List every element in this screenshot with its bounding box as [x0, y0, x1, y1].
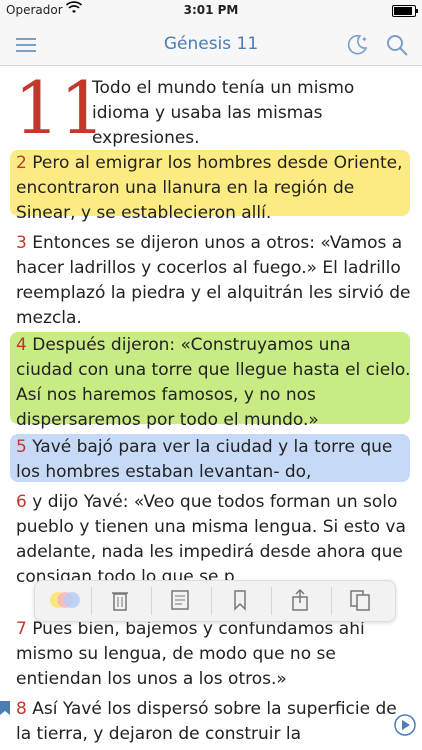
verse-2[interactable]: 2 Pero al emigrar los hombres desde Orie…	[16, 151, 412, 226]
night-mode-icon[interactable]: ✦	[346, 32, 370, 56]
verse-text: Pues bien, bajemos y confundamos ahí mis…	[16, 619, 365, 689]
verse-number: 4	[16, 335, 27, 355]
verse-text: Después dijeron: «Construyamos una ciuda…	[16, 335, 411, 430]
share-icon[interactable]	[287, 587, 313, 613]
color-picker-icon[interactable]	[47, 587, 83, 613]
svg-text:✦: ✦	[361, 35, 368, 44]
bookmark-icon[interactable]	[227, 587, 253, 613]
copy-icon[interactable]	[347, 587, 373, 613]
verse-text: Entonces se dijeron unos a otros: «Vamos…	[16, 233, 411, 328]
verse-text: Así Yavé los dispersó sobre la superfici…	[16, 699, 397, 744]
verse-8[interactable]: 8 Así Yavé los dispersó sobre la superfi…	[16, 697, 412, 747]
verse-text: y dijo Yavé: «Veo que todos forman un so…	[16, 492, 406, 587]
verse-number: 6	[16, 492, 27, 512]
verse-text: Pero al emigrar los hombres desde Orient…	[16, 153, 403, 223]
verse-text: Todo el mundo tenía un mismo idioma y us…	[92, 78, 355, 148]
verse-1[interactable]: Todo el mundo tenía un mismo idioma y us…	[92, 76, 392, 151]
trash-icon[interactable]	[107, 587, 133, 613]
search-icon[interactable]	[384, 32, 410, 58]
verse-5[interactable]: 5 Yavé bajó para ver la ciudad y la torr…	[16, 435, 412, 485]
verse-number: 3	[16, 233, 27, 253]
verse-number: 5	[16, 437, 27, 457]
verse-text: Yavé bajó para ver la ciudad y la torre …	[16, 437, 393, 482]
verse-number: 2	[16, 153, 27, 173]
bookmark-marker-icon[interactable]	[0, 700, 10, 715]
verse-number: 8	[16, 699, 27, 719]
verse-4[interactable]: 4 Después dijeron: «Construyamos una ciu…	[16, 333, 412, 433]
verse-action-toolbar	[34, 580, 396, 622]
battery-icon	[392, 5, 418, 17]
status-time: 3:01 PM	[183, 3, 239, 17]
verse-number: 7	[16, 619, 27, 639]
verse-3[interactable]: 3 Entonces se dijeron unos a otros: «Vam…	[16, 231, 412, 331]
navigation-bar: Génesis 11 ✦	[0, 22, 422, 66]
status-bar: Operador 3:01 PM	[0, 0, 422, 22]
verse-7[interactable]: 7 Pues bien, bajemos y confundamos ahí m…	[16, 617, 412, 692]
verse-6[interactable]: 6 y dijo Yavé: «Veo que todos forman un …	[16, 490, 412, 590]
play-audio-icon[interactable]	[394, 714, 416, 736]
note-icon[interactable]	[167, 587, 193, 613]
